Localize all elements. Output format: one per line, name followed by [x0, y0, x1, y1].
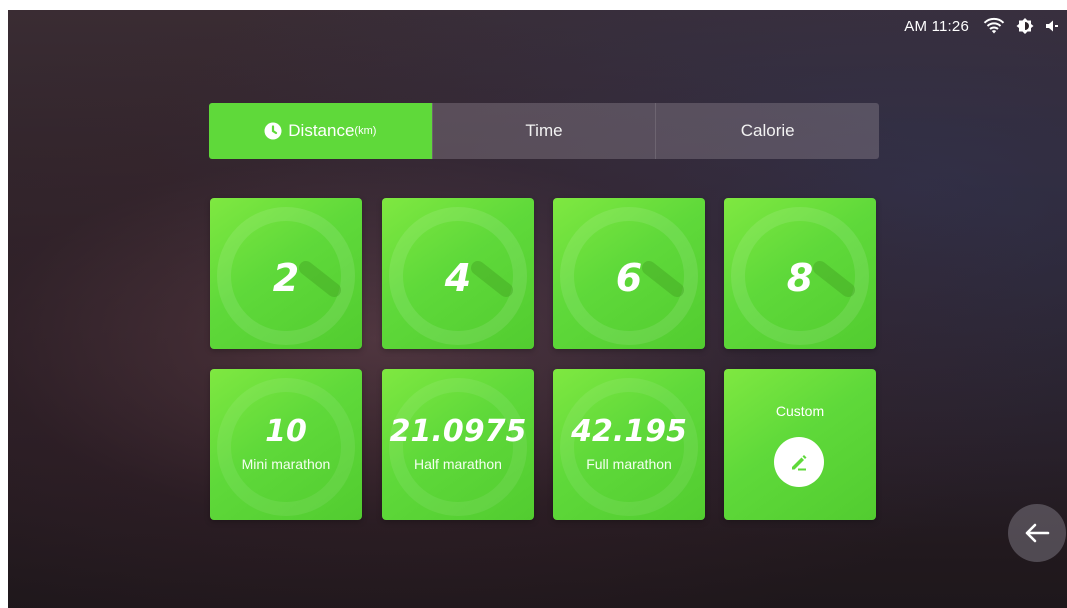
- preset-value: 4: [444, 256, 472, 300]
- tab-calorie-label: Calorie: [740, 121, 795, 140]
- preset-value: 42.195: [571, 414, 687, 449]
- status-time: AM 11:26: [904, 17, 969, 35]
- tab-distance-label: Distance: [288, 121, 355, 140]
- preset-value: 6: [615, 256, 643, 300]
- preset-tile-6[interactable]: 6: [553, 198, 705, 349]
- screen-border-top: [0, 0, 1067, 10]
- back-button[interactable]: [1008, 504, 1066, 562]
- clock-icon: [264, 122, 282, 140]
- preset-tile-half-marathon[interactable]: 21.0975 Half marathon: [382, 369, 534, 520]
- tab-time-label: Time: [525, 121, 563, 140]
- preset-value: 10: [265, 414, 307, 449]
- mode-tabs: Distance (km) Time Calorie: [209, 103, 879, 159]
- background: [8, 10, 1067, 608]
- wifi-icon: [983, 17, 1005, 35]
- back-arrow-icon: [1025, 523, 1050, 543]
- preset-tile-4[interactable]: 4: [382, 198, 534, 349]
- preset-tile-2[interactable]: 2: [210, 198, 362, 349]
- tab-calorie[interactable]: Calorie: [655, 103, 879, 159]
- preset-value: 2: [272, 256, 300, 300]
- preset-tile-full-marathon[interactable]: 42.195 Full marathon: [553, 369, 705, 520]
- preset-tile-8[interactable]: 8: [724, 198, 876, 349]
- preset-caption: Half marathon: [414, 456, 502, 472]
- tab-distance[interactable]: Distance (km): [209, 103, 432, 159]
- preset-caption: Mini marathon: [241, 456, 331, 472]
- preset-caption: Full marathon: [586, 456, 672, 472]
- tab-distance-unit: (km): [354, 125, 377, 137]
- screen-border-left: [0, 0, 8, 608]
- custom-label: Custom: [775, 403, 825, 419]
- preset-value: 21.0975: [389, 414, 527, 449]
- status-bar: AM 11:26: [904, 17, 1059, 35]
- preset-value: 8: [786, 256, 814, 300]
- volume-icon: [1045, 19, 1059, 33]
- preset-tile-mini-marathon[interactable]: 10 Mini marathon: [210, 369, 362, 520]
- brightness-icon: [1016, 17, 1034, 35]
- edit-icon: [774, 437, 824, 487]
- custom-tile[interactable]: Custom: [724, 369, 876, 520]
- tab-time[interactable]: Time: [431, 103, 656, 159]
